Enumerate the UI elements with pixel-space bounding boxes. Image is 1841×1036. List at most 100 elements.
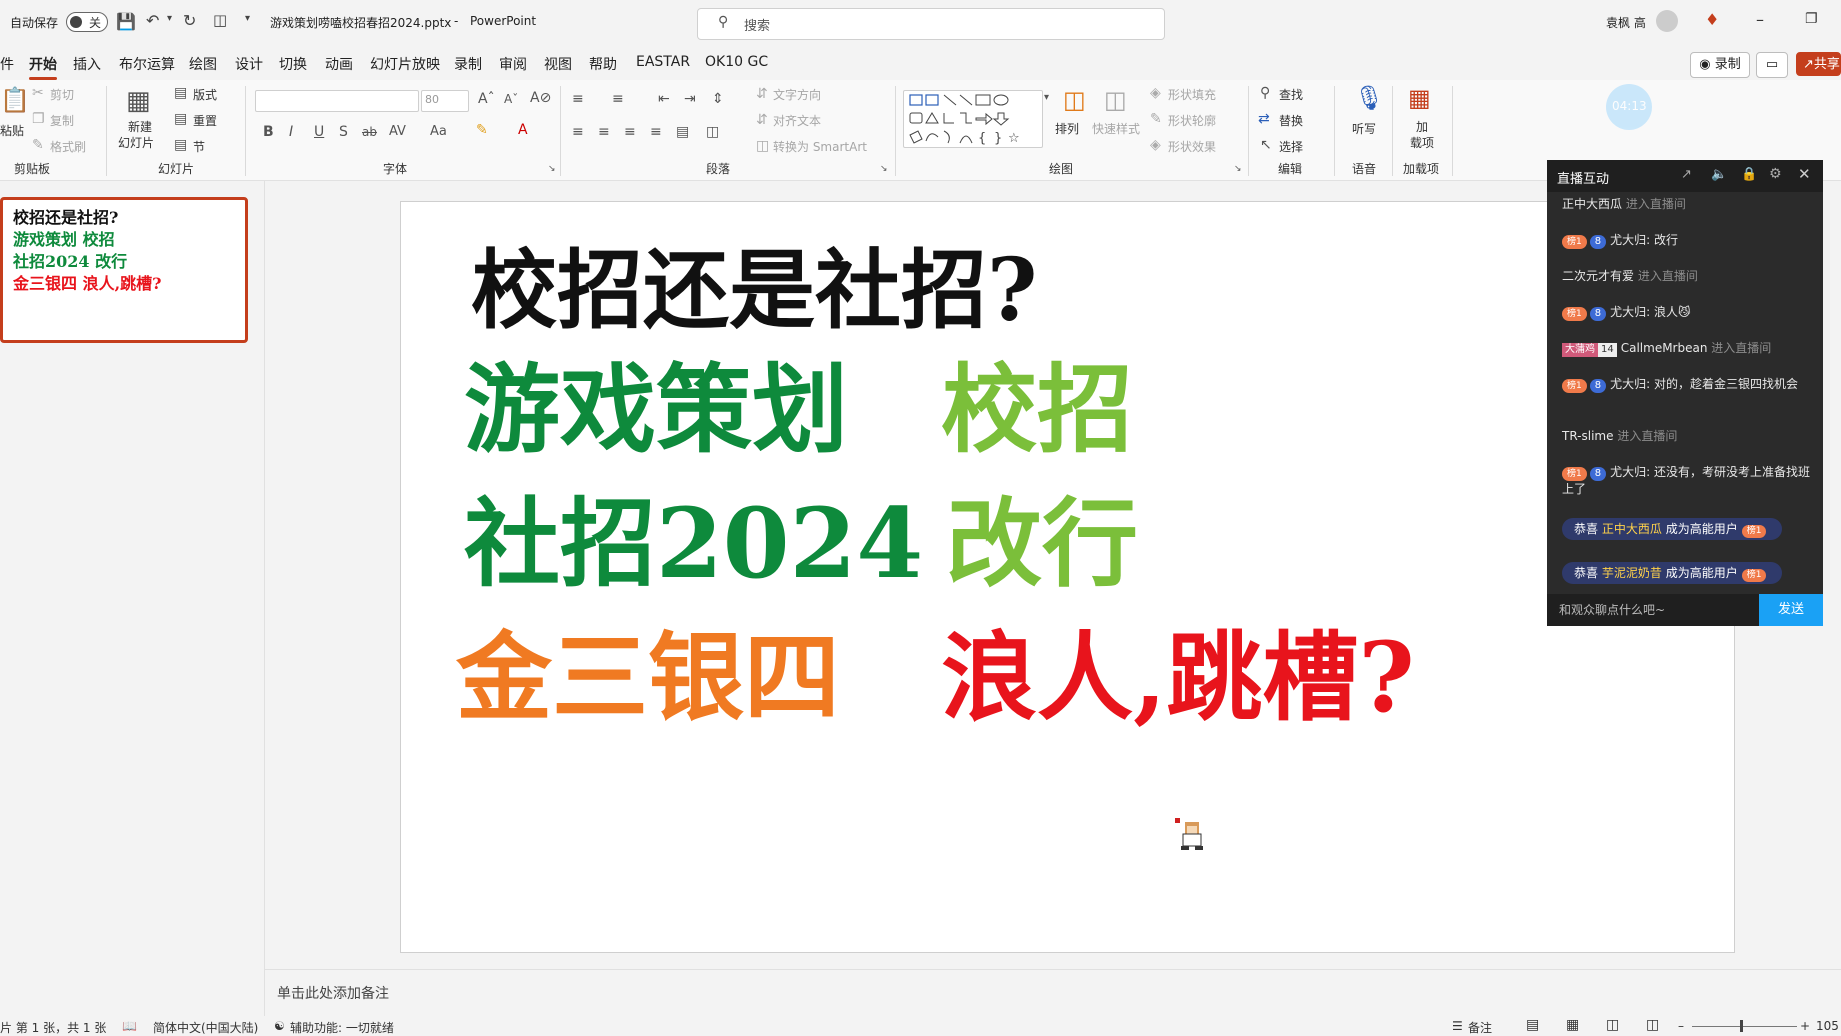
pixel-character-sticker[interactable] [1175,818,1209,852]
tab-record[interactable]: 录制 [454,54,482,74]
tab-design[interactable]: 设计 [235,54,263,74]
paste-icon[interactable]: 📋 [0,86,30,114]
font-name-select[interactable] [255,90,419,112]
shape-effects-label[interactable]: 形状效果 [1168,138,1216,155]
addins-label-1[interactable]: 加 [1416,118,1428,135]
microphone-icon[interactable]: 🎙 [1354,84,1384,112]
slide-line-3a[interactable]: 社招2024 [464,466,923,605]
layout-icon[interactable]: ▤ [174,85,187,101]
send-button[interactable]: 发送 [1759,594,1823,626]
autosave-toggle[interactable]: 关 [66,12,108,32]
new-slide-label-2[interactable]: 幻灯片 [118,134,154,151]
find-label[interactable]: 查找 [1279,86,1303,103]
popout-icon[interactable]: ↗ [1681,167,1692,182]
tab-ok10gc[interactable]: OK10 GC [705,54,768,70]
font-dialog-launcher-icon[interactable]: ↘ [548,164,556,174]
tab-file[interactable]: 件 [0,54,14,74]
chat-input[interactable]: 和观众聊点什么吧~ [1547,594,1759,626]
align-text-label[interactable]: 对齐文本 [773,112,821,129]
undo-icon[interactable]: ↶ [146,11,159,30]
increase-indent-icon[interactable]: ⇥ [684,91,696,107]
align-left-icon[interactable]: ≡ [572,124,584,140]
slide-line-2a[interactable]: 游戏策划 [464,332,848,471]
smartart-icon[interactable]: ◫ [756,138,769,154]
align-text-icon[interactable]: ⇵ [756,112,768,128]
language-indicator[interactable]: 简体中文(中国大陆) [153,1019,258,1036]
save-icon[interactable]: 💾 [116,12,136,31]
reset-icon[interactable]: ▤ [174,111,187,127]
slide-line-4b[interactable]: 浪人,跳槽? [941,600,1415,739]
quick-styles-icon[interactable]: ◫ [1104,86,1127,114]
format-painter-label[interactable]: 格式刷 [50,138,86,155]
zoom-slider-thumb[interactable] [1740,1020,1743,1032]
tab-insert[interactable]: 插入 [73,54,101,74]
char-spacing-button[interactable]: AV [389,124,406,139]
increase-font-icon[interactable]: Aˆ [478,91,495,107]
tab-boolean[interactable]: 布尔运算 [119,54,175,74]
zoom-slider-track[interactable] [1692,1026,1797,1027]
line-spacing-icon[interactable]: ⇕ [712,91,724,107]
shape-fill-label[interactable]: 形状填充 [1168,86,1216,103]
select-label[interactable]: 选择 [1279,138,1303,155]
justify-icon[interactable]: ≡ [650,124,662,140]
shape-outline-label[interactable]: 形状轮廓 [1168,112,1216,129]
font-color-icon[interactable]: A [518,122,528,138]
shape-effects-icon[interactable]: ◈ [1150,137,1161,153]
copy-icon[interactable]: ❐ [32,111,45,127]
align-center-icon[interactable]: ≡ [598,124,610,140]
user-name[interactable]: 袁枫 高 [1606,14,1646,31]
new-slide-icon[interactable]: ▦ [126,86,151,116]
slideshow-icon[interactable]: ◫ [1646,1017,1659,1033]
format-painter-icon[interactable]: ✎ [32,137,44,153]
reset-label[interactable]: 重置 [193,112,217,129]
highlight-icon[interactable]: ✎ [476,122,488,138]
drawing-dialog-launcher-icon[interactable]: ↘ [1234,164,1242,174]
slide-sorter-icon[interactable]: ▦ [1566,1017,1579,1033]
shape-outline-icon[interactable]: ✎ [1150,111,1162,127]
lock-icon[interactable]: 🔒 [1741,167,1757,182]
gallery-more-icon[interactable]: ▾ [1044,92,1049,103]
replace-icon[interactable]: ⇄ [1258,111,1270,127]
layout-label[interactable]: 版式 [193,86,217,103]
section-label[interactable]: 节 [193,138,205,155]
text-direction-label[interactable]: 文字方向 [773,86,821,103]
redo-icon[interactable]: ↻ [183,11,196,30]
decrease-font-icon[interactable]: Aˇ [504,92,518,106]
shapes-gallery[interactable]: { } ☆ [903,90,1043,148]
arrange-label[interactable]: 排列 [1055,120,1079,137]
shadow-button[interactable]: S [339,124,348,140]
mute-icon[interactable]: 🔈 [1711,167,1727,182]
align-right-icon[interactable]: ≡ [624,124,636,140]
zoom-out-icon[interactable]: – [1678,1019,1684,1033]
bold-button[interactable]: B [263,124,274,140]
reading-view-icon[interactable]: ◫ [1606,1017,1619,1033]
addins-icon[interactable]: ▦ [1408,84,1431,112]
normal-view-icon[interactable]: ▤ [1526,1017,1539,1033]
tab-slideshow[interactable]: 幻灯片放映 [370,54,440,74]
section-icon[interactable]: ▤ [174,137,187,153]
diamond-icon[interactable]: ♦ [1705,10,1719,29]
dictate-label[interactable]: 听写 [1352,120,1376,137]
present-icon[interactable]: ◫ [213,11,227,29]
slide-line-2b[interactable]: 校招 [941,332,1133,471]
replace-label[interactable]: 替换 [1279,112,1303,129]
tab-animations[interactable]: 动画 [325,54,353,74]
undo-dropdown-icon[interactable]: ▾ [167,13,172,24]
distributed-icon[interactable]: ▤ [676,124,689,140]
numbering-icon[interactable]: ≡ [612,91,624,107]
underline-button[interactable]: U [314,124,324,140]
paste-label[interactable]: 粘贴 [0,122,24,139]
minimize-icon[interactable]: – [1756,10,1764,29]
tab-review[interactable]: 审阅 [499,54,527,74]
notes-toggle-button[interactable]: 备注 [1468,1019,1492,1036]
tab-view[interactable]: 视图 [544,54,572,74]
accessibility-icon[interactable]: ☯ [274,1019,285,1033]
tab-home[interactable]: 开始 [29,54,57,80]
cut-label[interactable]: 剪切 [50,86,74,103]
select-icon[interactable]: ↖ [1260,137,1272,153]
font-size-select[interactable]: 80 [421,90,469,112]
settings-icon[interactable]: ⚙ [1769,166,1782,182]
tab-draw[interactable]: 绘图 [189,54,217,74]
zoom-level[interactable]: 105 [1816,1019,1839,1033]
accessibility-status[interactable]: 辅助功能: 一切就绪 [290,1019,394,1036]
